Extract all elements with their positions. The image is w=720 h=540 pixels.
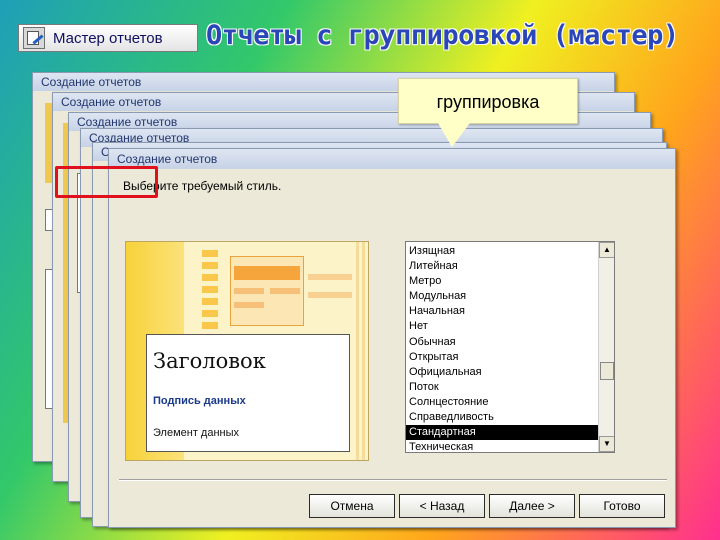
- scroll-thumb[interactable]: [600, 362, 614, 380]
- dialog-title: Создание отчетов: [109, 149, 675, 169]
- style-list-item[interactable]: Поток: [406, 380, 598, 395]
- preview-line: [234, 288, 264, 294]
- report-wizard-label: Мастер отчетов: [53, 29, 163, 47]
- slide-title: Отчеты с группировкой (мастер): [206, 20, 679, 51]
- preview-line: [270, 288, 300, 294]
- style-list-item[interactable]: Стандартная: [406, 425, 598, 441]
- callout-pointer: [438, 123, 470, 147]
- highlight-frame: [55, 166, 158, 198]
- report-wizard-button[interactable]: Мастер отчетов: [18, 24, 198, 52]
- style-list-items: Изящная Литейная Метро Модульная Начальная Не…: [406, 244, 598, 452]
- scroll-down-button[interactable]: ▼: [599, 436, 614, 452]
- back-button[interactable]: < Назад: [399, 494, 485, 518]
- style-list-item[interactable]: Изящная: [406, 244, 598, 259]
- preview-line: [308, 274, 352, 280]
- preview-data-element: Элемент данных: [153, 427, 240, 439]
- report-wizard-icon: [23, 27, 45, 49]
- style-list-item[interactable]: Модульная: [406, 289, 598, 304]
- style-list-item[interactable]: Официальная: [406, 365, 598, 380]
- preview-card: Заголовок Подпись данных Элемент данных: [146, 334, 350, 452]
- style-list-item[interactable]: Метро: [406, 274, 598, 289]
- cancel-button[interactable]: Отмена: [309, 494, 395, 518]
- style-list-item[interactable]: Обычная: [406, 335, 598, 350]
- style-list-item[interactable]: Техническая: [406, 440, 598, 452]
- report-style-dialog: Создание отчетов Выберите требуемый стил…: [108, 148, 676, 528]
- style-list-scrollbar[interactable]: ▲ ▼: [598, 242, 614, 452]
- grouping-callout: группировка: [398, 78, 578, 124]
- preview-heading: Заголовок: [153, 349, 266, 373]
- preview-data-label: Подпись данных: [153, 395, 246, 407]
- style-list[interactable]: Изящная Литейная Метро Модульная Начальная Не…: [405, 241, 615, 453]
- style-preview: Заголовок Подпись данных Элемент данных: [125, 241, 369, 461]
- style-list-item[interactable]: Справедливость: [406, 410, 598, 425]
- finish-button[interactable]: Готово: [579, 494, 665, 518]
- style-list-item[interactable]: Открытая: [406, 350, 598, 365]
- button-divider: [119, 479, 667, 481]
- style-list-item[interactable]: Литейная: [406, 259, 598, 274]
- style-list-item[interactable]: Солнцестояние: [406, 395, 598, 410]
- style-list-item[interactable]: Нет: [406, 319, 598, 334]
- next-button[interactable]: Далее >: [489, 494, 575, 518]
- preview-line: [234, 302, 264, 308]
- scroll-up-button[interactable]: ▲: [599, 242, 614, 258]
- preview-header-bar: [234, 266, 300, 280]
- style-list-item[interactable]: Начальная: [406, 304, 598, 319]
- preview-line: [308, 292, 352, 298]
- preview-stripe-columns: [356, 242, 368, 460]
